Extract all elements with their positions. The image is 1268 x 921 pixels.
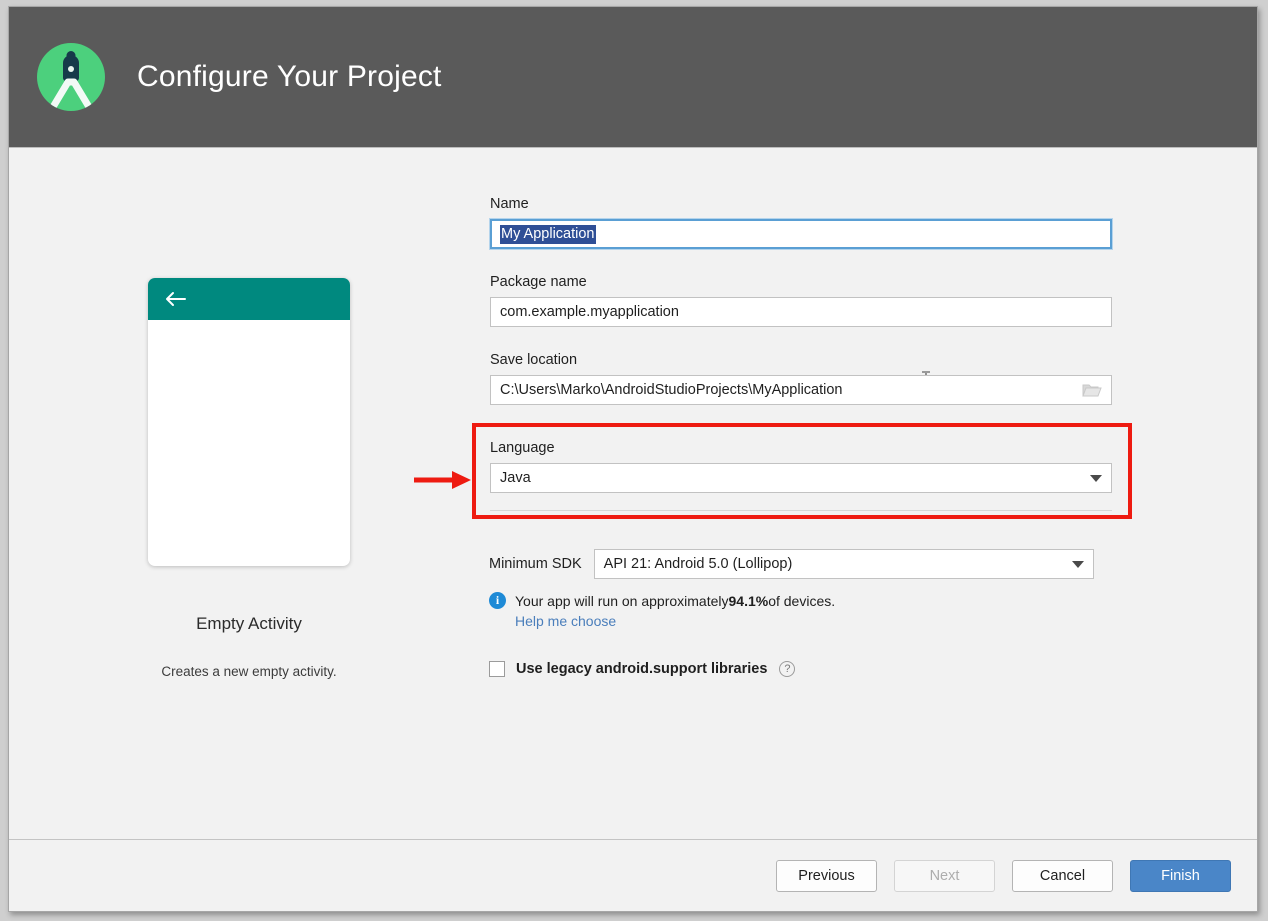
package-name-input[interactable]: com.example.myapplication — [490, 297, 1112, 327]
save-location-field-group: Save location C:\Users\Marko\AndroidStud… — [490, 352, 1112, 405]
red-arrow-icon — [414, 471, 471, 489]
finish-button[interactable]: Finish — [1130, 859, 1231, 892]
previous-button[interactable]: Previous — [776, 859, 877, 892]
back-arrow-icon — [166, 292, 186, 306]
language-dropdown[interactable]: Java — [490, 463, 1112, 493]
question-mark-icon[interactable]: ? — [779, 661, 796, 677]
android-studio-logo-icon — [37, 43, 105, 111]
name-field-group: Name My Application — [490, 196, 1112, 249]
section-divider — [490, 510, 1112, 511]
wizard-footer: Previous Next Cancel Finish — [9, 839, 1257, 911]
next-button: Next — [894, 859, 995, 892]
save-location-input[interactable]: C:\Users\Marko\AndroidStudioProjects\MyA… — [490, 375, 1112, 405]
folder-open-icon[interactable] — [1082, 382, 1102, 398]
device-coverage-suffix: of devices. — [768, 592, 836, 609]
configure-project-dialog: Configure Your Project Empty Activity Cr… — [8, 6, 1258, 912]
chevron-down-icon — [1071, 560, 1084, 568]
minimum-sdk-label: Minimum SDK — [489, 556, 582, 572]
legacy-libraries-label: Use legacy android.support libraries — [516, 661, 768, 677]
name-input[interactable]: My Application — [490, 219, 1112, 249]
wizard-header: Configure Your Project — [9, 7, 1257, 147]
legacy-libraries-checkbox[interactable] — [489, 661, 505, 677]
minimum-sdk-row: Minimum SDK API 21: Android 5.0 (Lollipo… — [489, 549, 1257, 579]
wizard-body: Empty Activity Creates a new empty activ… — [9, 147, 1257, 839]
template-preview-panel: Empty Activity Creates a new empty activ… — [9, 148, 489, 839]
package-name-value: com.example.myapplication — [500, 304, 679, 320]
page-title: Configure Your Project — [137, 60, 442, 93]
template-description: Creates a new empty activity. — [161, 664, 337, 679]
legacy-libraries-row: Use legacy android.support libraries ? — [489, 661, 1257, 677]
minimum-sdk-dropdown[interactable]: API 21: Android 5.0 (Lollipop) — [593, 549, 1094, 579]
language-field-group: Language Java — [414, 423, 1132, 519]
device-coverage-prefix: Your app will run on approximately — [515, 592, 729, 609]
help-me-choose-link[interactable]: Help me choose — [515, 613, 616, 629]
info-icon: i — [489, 592, 506, 609]
name-input-value: My Application — [500, 224, 596, 244]
device-coverage-percent: 94.1% — [728, 592, 769, 609]
language-label: Language — [490, 440, 555, 456]
package-name-label: Package name — [490, 274, 587, 290]
chevron-down-icon — [1090, 474, 1102, 482]
compass-glyph-icon — [46, 78, 96, 111]
screen-root: Configure Your Project Empty Activity Cr… — [0, 0, 1268, 921]
preview-app-bar — [148, 278, 350, 320]
project-config-form: Name My Application Package name com.exa… — [414, 148, 1257, 839]
device-coverage-info: i Your app will run on approximately 94.… — [489, 592, 1257, 609]
save-location-value: C:\Users\Marko\AndroidStudioProjects\MyA… — [500, 382, 843, 398]
save-location-label: Save location — [490, 352, 578, 368]
activity-preview-card — [148, 278, 350, 566]
package-name-field-group: Package name com.example.myapplication — [490, 274, 1112, 327]
cancel-button[interactable]: Cancel — [1012, 859, 1113, 892]
template-title: Empty Activity — [196, 614, 302, 633]
language-value: Java — [500, 470, 531, 486]
minimum-sdk-value: API 21: Android 5.0 (Lollipop) — [603, 556, 793, 572]
name-label: Name — [490, 196, 529, 212]
